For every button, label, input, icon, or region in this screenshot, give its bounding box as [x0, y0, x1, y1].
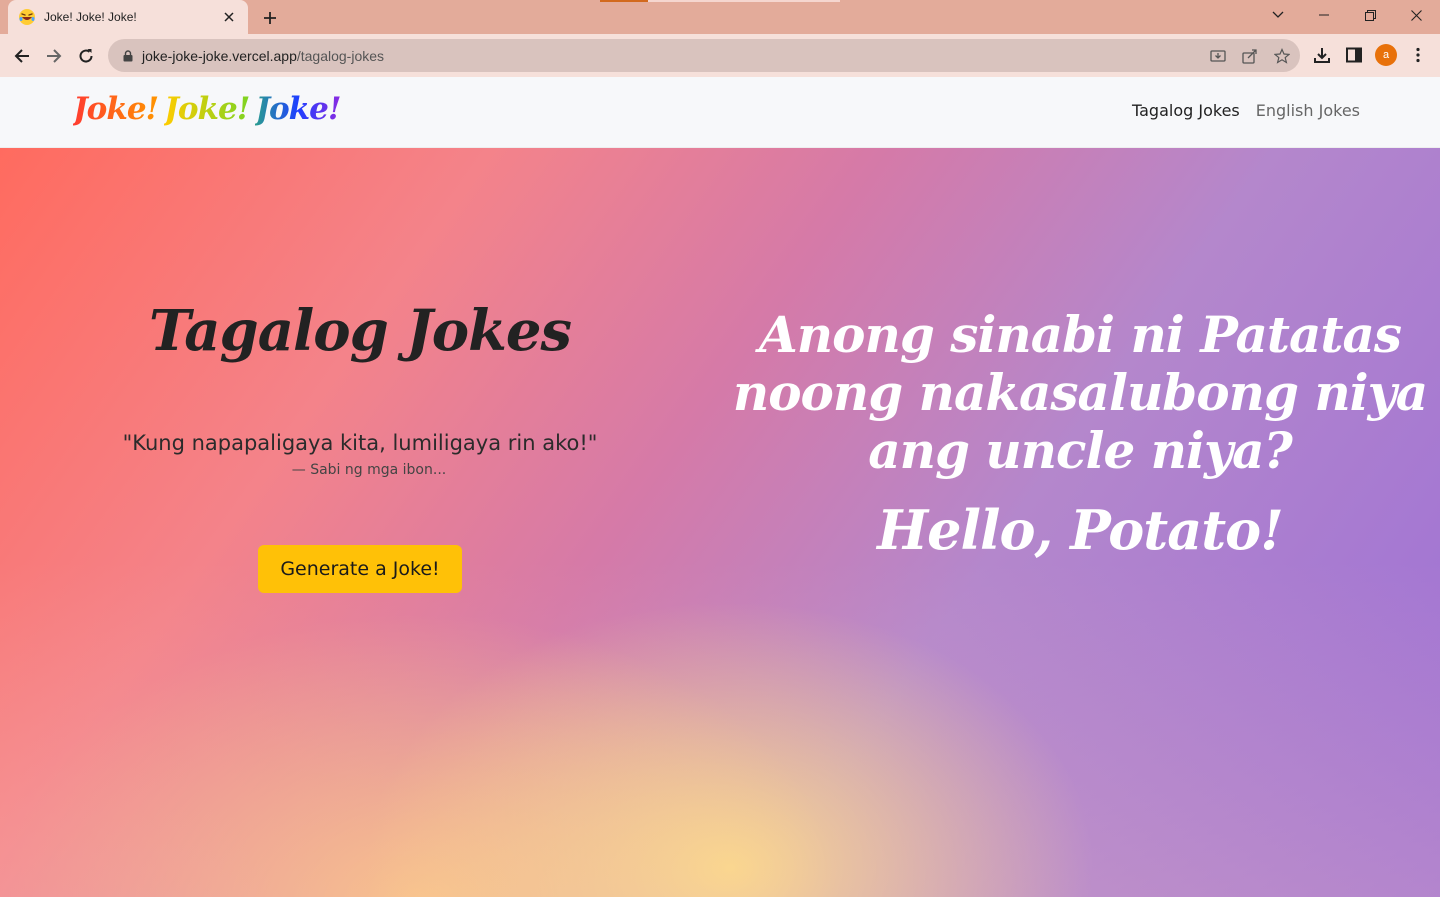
page-title: Tagalog Jokes	[148, 298, 572, 364]
brand-word-3: Joke!	[255, 91, 341, 127]
forward-arrow-icon[interactable]	[40, 42, 68, 70]
share-icon[interactable]	[1240, 46, 1260, 66]
tab-search-chevron-icon[interactable]	[1264, 4, 1292, 26]
close-tab-icon[interactable]	[220, 8, 238, 26]
close-window-icon[interactable]	[1402, 4, 1430, 26]
generate-joke-button[interactable]: Generate a Joke!	[258, 545, 462, 593]
joke-question: Anong sinabi ni Patatas noong nakasalubo…	[732, 305, 1428, 480]
quote-attribution: — Sabi ng mga ibon...	[291, 462, 447, 478]
hero-section: Tagalog Jokes "Kung napapaligaya kita, l…	[0, 148, 1440, 897]
more-menu-icon[interactable]	[1406, 43, 1430, 67]
brand-logo[interactable]: Joke! Joke! Joke!	[73, 91, 346, 135]
nav-links: Tagalog Jokes English Jokes	[1132, 101, 1360, 120]
url-host: joke-joke-joke.vercel.app	[142, 47, 297, 64]
joke-answer: Hello, Potato!	[877, 498, 1284, 562]
tab-strip-accent	[600, 0, 648, 2]
brand-word-2: Joke!	[164, 91, 250, 127]
nav-link-tagalog-jokes[interactable]: Tagalog Jokes	[1132, 101, 1240, 120]
brand-word-1: Joke!	[73, 91, 159, 127]
quote-text: "Kung napapaligaya kita, lumiligaya rin …	[122, 431, 598, 455]
address-bar[interactable]: joke-joke-joke.vercel.app/tagalog-jokes	[108, 39, 1300, 72]
install-app-icon[interactable]	[1208, 46, 1228, 66]
back-arrow-icon[interactable]	[8, 42, 36, 70]
side-panel-icon[interactable]	[1342, 43, 1366, 67]
site-navbar: Joke! Joke! Joke! Tagalog Jokes English Jo…	[0, 77, 1440, 148]
browser-titlebar: Joke! Joke! Joke!	[0, 0, 1440, 34]
laughing-face-icon	[18, 8, 36, 26]
nav-link-english-jokes[interactable]: English Jokes	[1256, 101, 1360, 120]
profile-avatar[interactable]: a	[1375, 44, 1397, 66]
new-tab-button[interactable]	[258, 6, 282, 30]
url-text[interactable]: joke-joke-joke.vercel.app/tagalog-jokes	[142, 48, 384, 64]
downloads-icon[interactable]	[1310, 43, 1334, 67]
browser-toolbar: joke-joke-joke.vercel.app/tagalog-jokes …	[0, 34, 1440, 77]
minimize-icon[interactable]	[1310, 4, 1338, 26]
restore-icon[interactable]	[1356, 4, 1384, 26]
url-path: /tagalog-jokes	[296, 47, 385, 64]
browser-tab[interactable]: Joke! Joke! Joke!	[8, 0, 248, 34]
joke-column: Anong sinabi ni Patatas noong nakasalubo…	[720, 148, 1440, 897]
intro-column: Tagalog Jokes "Kung napapaligaya kita, l…	[0, 148, 720, 897]
tab-title: Joke! Joke! Joke!	[44, 10, 137, 24]
lock-icon[interactable]	[120, 48, 136, 64]
bookmark-star-icon[interactable]	[1272, 46, 1292, 66]
reload-icon[interactable]	[72, 42, 100, 70]
tab-strip-accent	[648, 0, 840, 2]
